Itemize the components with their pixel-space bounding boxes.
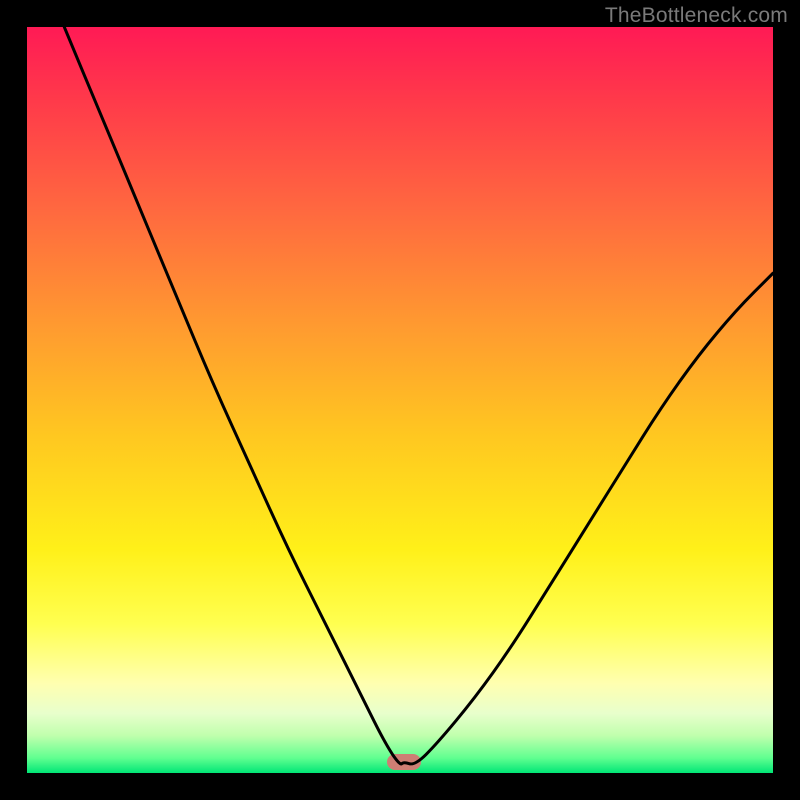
- chart-frame: TheBottleneck.com: [0, 0, 800, 800]
- curve-path: [64, 27, 773, 764]
- minimum-marker: [387, 754, 421, 770]
- bottleneck-curve: [27, 27, 773, 773]
- plot-area: [27, 27, 773, 773]
- watermark-text: TheBottleneck.com: [605, 4, 788, 28]
